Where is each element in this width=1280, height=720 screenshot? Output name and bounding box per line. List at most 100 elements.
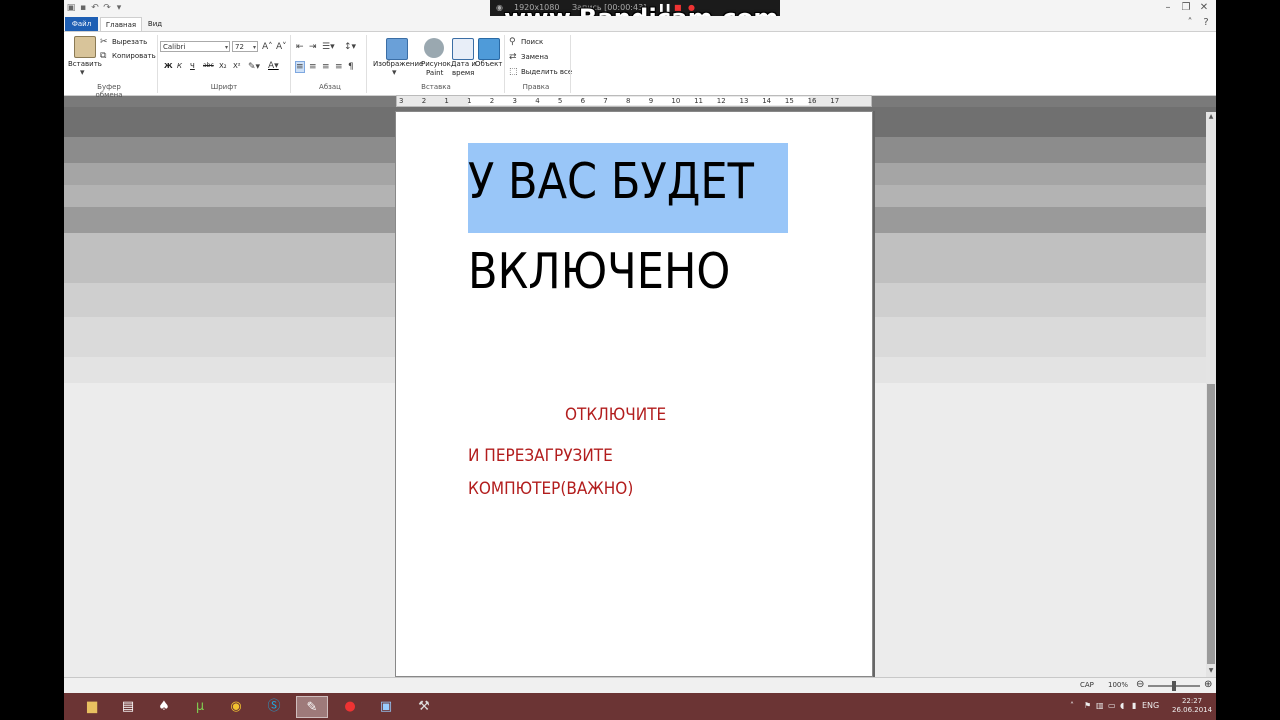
align-right-icon[interactable]: ≡ (322, 62, 330, 72)
network-icon[interactable]: ▥ (1096, 701, 1104, 710)
skype-icon[interactable]: Ⓢ (258, 696, 290, 718)
font-size-select[interactable]: 72 ▾ (232, 41, 258, 52)
copy-button[interactable]: Копировать (112, 52, 156, 60)
scissors-icon[interactable]: ✂ (100, 37, 108, 47)
flag-icon[interactable]: ⚑ (1084, 701, 1091, 710)
shrink-font-icon[interactable]: A˅ (276, 42, 287, 52)
undo-icon[interactable]: ↶ (90, 3, 100, 13)
redo-icon[interactable]: ↷ (102, 3, 112, 13)
paint-taskbar-icon[interactable]: ✎ (296, 696, 328, 718)
document-line-2[interactable]: ВКЛЮЧЕНО (468, 242, 730, 302)
find-button[interactable]: Поиск (521, 38, 543, 46)
collapse-ribbon-icon[interactable]: ˄ (1182, 16, 1198, 30)
app-icon[interactable]: ▣ (66, 3, 76, 13)
decrease-indent-icon[interactable]: ⇤ (296, 42, 304, 52)
italic-button[interactable]: К (177, 62, 182, 70)
ruler[interactable]: 3 2 1 1 2 3 4 5 6 7 8 9 10 11 12 13 14 15 16 17 (396, 95, 872, 107)
ruler-number: 6 (580, 97, 586, 105)
select-all-icon[interactable]: ⬚ (509, 67, 518, 77)
zoom-out-icon[interactable]: ⊖ (1136, 679, 1144, 690)
paste-button[interactable]: Вставить (68, 60, 102, 68)
close-icon[interactable]: ✕ (1196, 1, 1212, 15)
battery-icon[interactable]: ▮ (1132, 701, 1136, 710)
ruler-number: 9 (648, 97, 654, 105)
divider (570, 35, 571, 93)
scroll-up-icon[interactable]: ▲ (1206, 112, 1216, 122)
datetime-button[interactable]: Дата и (451, 60, 476, 68)
clipboard-icon[interactable] (74, 36, 96, 58)
replace-button[interactable]: Замена (521, 53, 548, 61)
underline-button[interactable]: Ч (190, 62, 195, 70)
paragraph-icon[interactable]: ¶ (348, 62, 354, 72)
monitor-icon[interactable]: ▭ (1108, 701, 1116, 710)
select-all-button[interactable]: Выделить все (521, 68, 572, 76)
network-app-icon[interactable]: ▣ (370, 696, 402, 718)
paste-dropdown-icon[interactable]: ▾ (80, 68, 85, 78)
image-icon[interactable] (386, 38, 408, 60)
ribbon: Вставить ▾ ✂ Вырезать ⧉ Копировать Буфер… (64, 31, 1216, 99)
minimize-icon[interactable]: – (1160, 1, 1176, 15)
tab-file[interactable]: Файл (65, 17, 98, 31)
increase-indent-icon[interactable]: ⇥ (309, 42, 317, 52)
line-spacing-icon[interactable]: ↕▾ (344, 42, 356, 52)
copy-icon[interactable]: ⧉ (100, 51, 106, 61)
tool-app-icon[interactable]: ⚒ (408, 696, 440, 718)
clock[interactable]: 22:27 26.06.2014 (1172, 697, 1212, 715)
zoom-slider-thumb[interactable] (1172, 681, 1176, 691)
insert-object-button[interactable]: Объект (475, 60, 502, 68)
document-page[interactable]: У ВАС БУДЕТ ВКЛЮЧЕНО ОТКЛЮЧИТЕ И ПЕРЕЗАГ… (396, 112, 872, 676)
document-line-4[interactable]: И ПЕРЕЗАГРУЗИТЕ (468, 446, 613, 466)
ruler-number: 16 (807, 97, 817, 105)
app-icon-document[interactable]: ▤ (112, 696, 144, 718)
object-icon[interactable] (478, 38, 500, 60)
document-line-5[interactable]: КОМПЮТЕР(ВАЖНО) (468, 479, 633, 499)
bold-button[interactable]: Ж (164, 62, 173, 70)
clock-time: 22:27 (1181, 697, 1203, 705)
align-left-icon[interactable]: ≡ (295, 61, 305, 73)
divider (157, 35, 158, 93)
bandicam-icon[interactable]: ● (334, 696, 366, 718)
scroll-thumb[interactable] (1207, 384, 1215, 664)
divider (504, 35, 505, 93)
help-icon[interactable]: ? (1198, 16, 1214, 30)
document-line-1[interactable]: У ВАС БУДЕТ (468, 152, 754, 212)
tray-chevron-icon[interactable]: ˄ (1070, 701, 1074, 710)
utorrent-icon[interactable]: µ (184, 696, 216, 718)
ruler-number: 17 (830, 97, 840, 105)
superscript-button[interactable]: X² (233, 62, 241, 70)
font-color-icon[interactable]: A▾ (268, 61, 279, 71)
list-icon[interactable]: ☰▾ (322, 42, 335, 52)
playstation-icon[interactable]: ♠ (148, 696, 180, 718)
paint-icon[interactable] (424, 38, 444, 58)
ruler-number: 2 (421, 97, 427, 105)
replace-icon[interactable]: ⇄ (509, 52, 517, 62)
quick-access-dropdown-icon[interactable]: ▾ (114, 3, 124, 13)
save-icon[interactable]: ▪ (78, 3, 88, 13)
input-language[interactable]: ENG (1142, 701, 1159, 710)
zoom-level: 100% (1108, 681, 1129, 689)
insert-image-button[interactable]: Изображение (373, 60, 423, 68)
file-explorer-icon[interactable]: ▆ (76, 696, 108, 718)
strikethrough-button[interactable]: abc (203, 62, 214, 69)
volume-icon[interactable]: ◖ (1120, 701, 1124, 710)
align-center-icon[interactable]: ≡ (309, 62, 317, 72)
image-dropdown-icon[interactable]: ▾ (392, 68, 397, 78)
font-family-select[interactable]: Calibri ▾ (160, 41, 230, 52)
vertical-scrollbar[interactable]: ▲ ▼ (1206, 112, 1216, 677)
zoom-in-icon[interactable]: ⊕ (1204, 679, 1212, 690)
chrome-icon[interactable]: ◉ (220, 696, 252, 718)
tab-home[interactable]: Главная (100, 17, 142, 32)
grow-font-icon[interactable]: A˄ (262, 42, 273, 52)
tab-view[interactable]: Вид (144, 17, 166, 31)
paint-drawing-button[interactable]: Рисунок (421, 60, 451, 68)
maximize-icon[interactable]: ❐ (1178, 1, 1194, 15)
cut-button[interactable]: Вырезать (112, 38, 147, 46)
justify-icon[interactable]: ≡ (335, 62, 343, 72)
calendar-clock-icon[interactable] (452, 38, 474, 60)
ruler-number: 5 (557, 97, 563, 105)
binoculars-icon[interactable]: ⚲ (509, 37, 516, 47)
subscript-button[interactable]: X₂ (219, 62, 227, 70)
highlighter-icon[interactable]: ✎▾ (248, 62, 260, 72)
document-line-3[interactable]: ОТКЛЮЧИТЕ (565, 405, 666, 425)
scroll-down-icon[interactable]: ▼ (1206, 666, 1216, 676)
